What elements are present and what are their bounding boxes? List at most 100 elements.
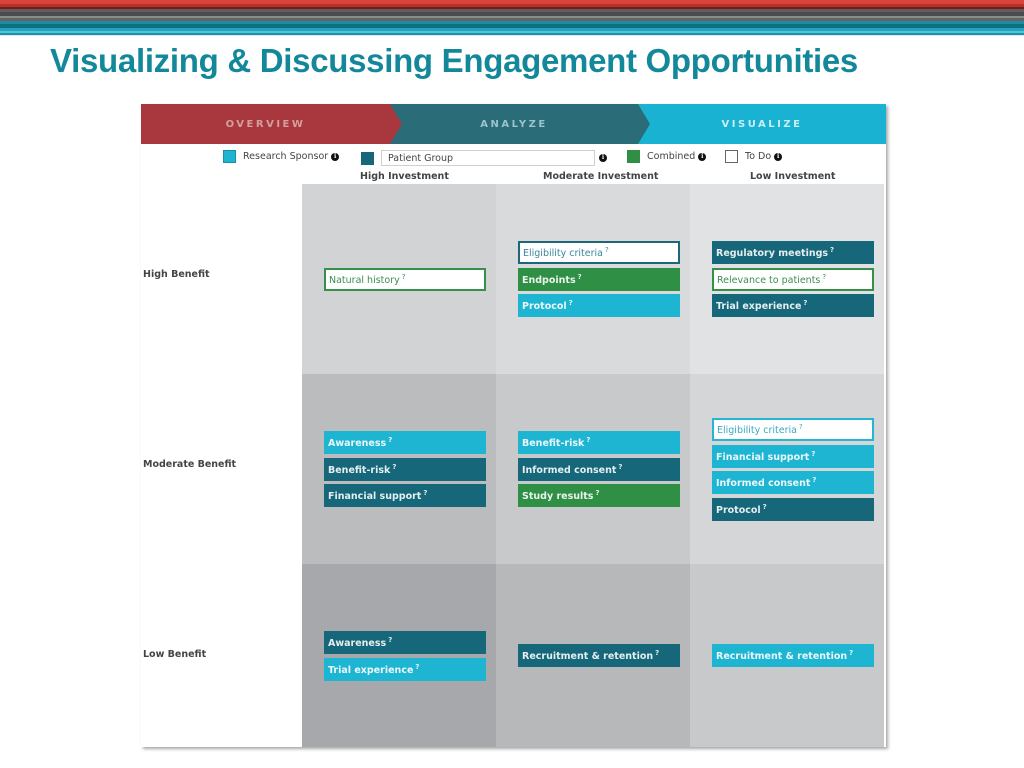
benefit-investment-grid: Natural history? Eligibility criteria? End…	[302, 184, 884, 747]
engagement-card[interactable]: Natural history?	[324, 268, 486, 291]
step-visualize[interactable]: VISUALIZE	[638, 104, 886, 144]
row-label-moderate-benefit: Moderate Benefit	[143, 459, 237, 470]
help-icon[interactable]: ?	[569, 299, 573, 307]
to-do-swatch[interactable]	[725, 150, 738, 163]
engagement-card[interactable]: Recruitment & retention?	[712, 644, 874, 667]
info-icon[interactable]: i	[698, 152, 707, 161]
help-icon[interactable]: ?	[388, 636, 392, 644]
help-icon[interactable]: ?	[388, 436, 392, 444]
engagement-card-label: Trial experience	[716, 301, 802, 312]
help-icon[interactable]: ?	[586, 436, 590, 444]
help-icon[interactable]: ?	[799, 423, 803, 431]
engagement-card[interactable]: Protocol?	[518, 294, 680, 317]
combined-swatch[interactable]	[627, 150, 640, 163]
step-arrow-icon	[390, 104, 402, 144]
help-icon[interactable]: ?	[655, 649, 659, 657]
engagement-card[interactable]: Financial support?	[324, 484, 486, 507]
legend-research-sponsor: Research Sponsor i	[223, 150, 340, 163]
help-icon[interactable]: ?	[849, 649, 853, 657]
legend-to-do: To Do i	[725, 150, 783, 163]
grid-cell-low-benefit-high-investment[interactable]: Awareness? Trial experience?	[302, 564, 496, 747]
slide-title: Visualizing & Discussing Engagement Oppo…	[50, 42, 858, 79]
engagement-card-label: Informed consent	[522, 464, 617, 476]
engagement-card[interactable]: Benefit-risk?	[324, 457, 486, 481]
engagement-card[interactable]: Awareness?	[324, 631, 486, 654]
legend-patient-group: i	[361, 150, 607, 166]
engagement-card[interactable]: Protocol?	[712, 497, 874, 521]
engagement-card[interactable]: Financial support?	[712, 444, 874, 468]
engagement-card-label: Protocol	[716, 504, 761, 516]
legend: Research Sponsor i i Combined i To Do i	[141, 150, 886, 170]
engagement-card[interactable]: Trial experience?	[712, 294, 874, 317]
engagement-card[interactable]: Awareness?	[324, 431, 486, 454]
engagement-card-label: Eligibility criteria	[717, 425, 797, 436]
engagement-card-label: Benefit-risk	[328, 464, 391, 476]
header-stripes	[0, 0, 1024, 36]
help-icon[interactable]: ?	[392, 463, 396, 471]
help-icon[interactable]: ?	[811, 450, 815, 458]
research-sponsor-swatch[interactable]	[223, 150, 236, 163]
engagement-card-label: Protocol	[522, 301, 567, 312]
engagement-card-label: Recruitment & retention	[716, 651, 848, 662]
engagement-card-label: Recruitment & retention	[522, 651, 654, 662]
help-icon[interactable]: ?	[822, 273, 826, 281]
grid-cell-moderate-benefit-moderate-investment[interactable]: Benefit-risk? Informed consent? Study resu…	[496, 374, 690, 564]
column-header-high-investment: High Investment	[360, 171, 449, 182]
engagement-card[interactable]: Benefit-risk?	[518, 431, 680, 454]
engagement-card[interactable]: Trial experience?	[324, 657, 486, 681]
step-arrow-icon	[638, 104, 650, 144]
grid-cell-low-benefit-low-investment[interactable]: Recruitment & retention?	[690, 564, 884, 747]
row-label-low-benefit: Low Benefit	[143, 649, 207, 660]
info-icon[interactable]: i	[331, 152, 340, 161]
engagement-card-label: Financial support	[716, 451, 810, 463]
engagement-matrix-app: OVERVIEW ANALYZE VISUALIZE Research Spon…	[141, 104, 886, 747]
engagement-card-label: Study results	[522, 491, 594, 502]
legend-label: To Do	[745, 151, 772, 162]
help-icon[interactable]: ?	[595, 489, 599, 497]
engagement-card[interactable]: Informed consent?	[712, 471, 874, 494]
step-overview[interactable]: OVERVIEW	[141, 104, 390, 144]
engagement-card-label: Informed consent	[716, 478, 811, 489]
legend-combined: Combined i	[627, 150, 707, 163]
patient-group-swatch[interactable]	[361, 151, 374, 165]
engagement-card-label: Benefit-risk	[522, 438, 585, 449]
help-icon[interactable]: ?	[402, 273, 406, 281]
legend-label: Research Sponsor	[243, 151, 329, 162]
help-icon[interactable]: ?	[605, 246, 609, 254]
engagement-card[interactable]: Recruitment & retention?	[518, 644, 680, 667]
grid-cell-high-benefit-low-investment[interactable]: Regulatory meetings? Relevance to patient…	[690, 184, 884, 374]
engagement-card-label: Financial support	[328, 491, 422, 502]
info-icon[interactable]: i	[774, 152, 783, 161]
help-icon[interactable]: ?	[423, 489, 427, 497]
engagement-card[interactable]: Eligibility criteria?	[518, 241, 680, 264]
grid-cell-moderate-benefit-high-investment[interactable]: Awareness? Benefit-risk? Financial support…	[302, 374, 496, 564]
engagement-card[interactable]: Eligibility criteria?	[712, 418, 874, 441]
help-icon[interactable]: ?	[763, 503, 767, 511]
engagement-card-label: Trial experience	[328, 664, 414, 676]
help-icon[interactable]: ?	[415, 663, 419, 671]
help-icon[interactable]: ?	[578, 273, 582, 281]
info-icon[interactable]: i	[599, 154, 607, 162]
grid-cell-high-benefit-high-investment[interactable]: Natural history?	[302, 184, 496, 374]
patient-group-name-input[interactable]	[381, 150, 595, 166]
grid-cell-high-benefit-moderate-investment[interactable]: Eligibility criteria? Endpoints? Protocol?	[496, 184, 690, 374]
grid-cell-moderate-benefit-low-investment[interactable]: Eligibility criteria? Financial support? I…	[690, 374, 884, 564]
grid-cell-low-benefit-moderate-investment[interactable]: Recruitment & retention?	[496, 564, 690, 747]
engagement-card-label: Regulatory meetings	[716, 248, 829, 259]
engagement-card-label: Relevance to patients	[717, 274, 821, 286]
help-icon[interactable]: ?	[803, 299, 807, 307]
help-icon[interactable]: ?	[812, 476, 816, 484]
help-icon[interactable]: ?	[618, 463, 622, 471]
step-analyze[interactable]: ANALYZE	[390, 104, 638, 144]
engagement-card[interactable]: Informed consent?	[518, 457, 680, 481]
engagement-card-label: Endpoints	[522, 274, 576, 286]
engagement-card[interactable]: Endpoints?	[518, 267, 680, 291]
engagement-card[interactable]: Relevance to patients?	[712, 267, 874, 291]
engagement-card[interactable]: Regulatory meetings?	[712, 241, 874, 264]
engagement-card-label: Eligibility criteria	[523, 248, 603, 259]
column-header-moderate-investment: Moderate Investment	[543, 171, 659, 182]
step-navigation: OVERVIEW ANALYZE VISUALIZE	[141, 104, 886, 144]
engagement-card[interactable]: Study results?	[518, 484, 680, 507]
engagement-card-label: Awareness	[328, 438, 387, 449]
help-icon[interactable]: ?	[830, 246, 834, 254]
